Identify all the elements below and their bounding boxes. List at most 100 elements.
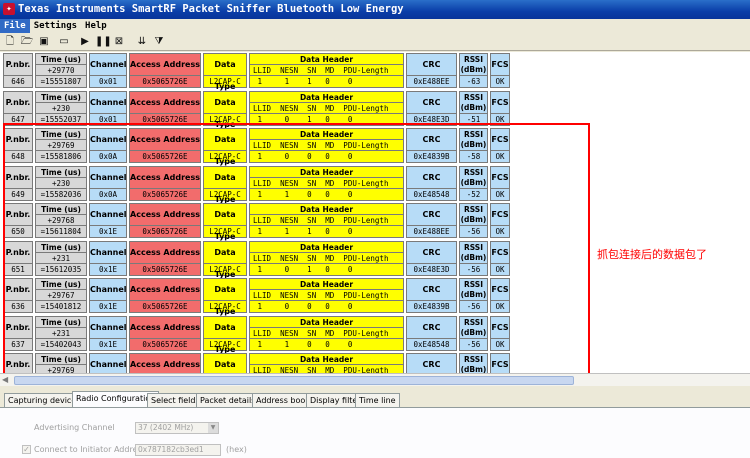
crc-header: CRC — [407, 92, 456, 114]
rssi-cell: RSSI (dBm) -58 — [459, 128, 488, 163]
scroll-down-icon[interactable]: ⇊ — [135, 35, 149, 49]
pnbr-header: P.nbr. — [4, 167, 32, 189]
access-address-cell: Access Address 0x5065726E — [129, 203, 201, 238]
fcs-cell: FCS OK — [490, 165, 510, 201]
new-icon[interactable]: 🗋 — [3, 35, 17, 49]
clear-icon[interactable]: ⊠ — [112, 35, 126, 49]
time-cell: Time (us) +29767 =15401812 — [35, 278, 87, 313]
rssi-value: -56 — [466, 227, 481, 236]
access-address-cell: Access Address 0x5065726E — [129, 53, 201, 88]
data-header-title: Data Header — [250, 279, 403, 290]
initiator-address-input[interactable]: 0x787182cb3ed1 — [135, 444, 221, 456]
menu-settings[interactable]: Settings — [30, 19, 81, 33]
scroll-left-icon[interactable]: ◀ — [2, 375, 12, 385]
connect-label: Connect to Initiator Address — [34, 445, 146, 454]
data-header-values: 1 0 0 0 0 — [253, 302, 353, 311]
menu-help[interactable]: Help — [81, 19, 111, 33]
rssi-header: RSSI (dBm) — [460, 242, 487, 264]
crc-cell: CRC 0xE48E3D — [406, 90, 457, 126]
data-header-title: Data Header — [250, 204, 403, 215]
crc-header: CRC — [407, 279, 456, 301]
access-address-value: 0x5065726E — [142, 339, 188, 349]
time-delta: +230 — [36, 178, 86, 189]
connect-checkbox[interactable]: ✓ — [22, 445, 31, 454]
rssi-value: -58 — [466, 152, 481, 161]
rssi-header: RSSI (dBm) — [460, 204, 487, 226]
time-header: Time (us) — [36, 317, 86, 328]
data-type-value: L2CAP-C — [209, 339, 241, 349]
time-value: =15552037 — [40, 114, 82, 124]
pnbr-value: 651 — [11, 264, 25, 274]
open-icon[interactable]: 🗁 — [20, 35, 34, 49]
window-titlebar: ✦ Texas Instruments SmartRF Packet Sniff… — [0, 0, 750, 19]
rssi-value: -52 — [466, 189, 481, 199]
pnbr-header: P.nbr. — [4, 54, 32, 76]
data-type-header: Data Type — [204, 242, 246, 279]
data-type-cell: Data Type L2CAP-C — [203, 128, 247, 166]
save-icon[interactable]: ▣ — [37, 35, 51, 49]
pnbr-cell: P.nbr. 649 — [3, 165, 33, 201]
fcs-cell: FCS OK — [490, 128, 510, 163]
data-header-title: Data Header — [250, 54, 403, 65]
rssi-header-line1: RSSI — [463, 167, 484, 177]
channel-cell: Channel 0x0A — [89, 128, 127, 163]
play-icon[interactable]: ▶ — [78, 35, 92, 49]
fcs-header: FCS — [491, 242, 509, 264]
time-value: =15402043 — [40, 339, 82, 349]
pnbr-header: P.nbr. — [4, 317, 32, 339]
time-header: Time (us) — [36, 279, 86, 290]
channel-cell: Channel — [89, 353, 127, 373]
pnbr-header: P.nbr. — [4, 354, 32, 373]
access-address-cell: Access Address 0x5065726E — [129, 278, 201, 313]
time-delta: +231 — [36, 253, 86, 264]
pnbr-value: 636 — [11, 302, 25, 311]
time-cell: Time (us) +230 =15582036 — [35, 165, 87, 201]
rssi-value: -56 — [466, 264, 481, 274]
folder-icon[interactable]: ▭ — [57, 35, 71, 49]
data-type-cell: Data Type L2CAP-C — [203, 203, 247, 241]
data-header-fields: LLID NESN SN MD PDU-Length — [250, 253, 403, 264]
data-type-header: Data Type — [204, 167, 246, 204]
rssi-value: -63 — [466, 77, 481, 86]
time-value: =15612035 — [40, 264, 82, 274]
pause-icon[interactable]: ❚❚ — [95, 35, 112, 49]
tab-time-line[interactable]: Time line — [355, 393, 400, 407]
data-header-values: 1 1 0 0 0 — [253, 189, 353, 199]
rssi-cell: RSSI (dBm) -56 — [459, 203, 488, 238]
rssi-header-line2: (dBm) — [460, 177, 487, 187]
filter-icon[interactable]: ⧩ — [152, 35, 166, 49]
tab-capturing-device[interactable]: Capturing device — [4, 393, 81, 407]
access-address-header: Access Address — [130, 129, 200, 151]
data-header-values: 1 0 1 0 0 — [253, 264, 353, 274]
scrollbar-thumb[interactable] — [14, 376, 574, 385]
horizontal-scrollbar[interactable]: ◀ — [0, 373, 750, 386]
crc-value: 0xE488EE — [413, 77, 450, 86]
data-type-header: Data Type — [204, 317, 246, 354]
pnbr-value: 647 — [11, 114, 25, 124]
fcs-header: FCS — [491, 167, 509, 189]
hex-unit-label: (hex) — [226, 445, 247, 454]
time-header: Time (us) — [36, 354, 86, 365]
rssi-header: RSSI (dBm) — [460, 92, 487, 114]
fcs-value: OK — [495, 339, 505, 349]
access-address-cell: Access Address 0x5065726E — [129, 165, 201, 201]
tab-packet-details[interactable]: Packet details — [196, 393, 260, 407]
access-address-value: 0x5065726E — [142, 114, 188, 124]
access-address-cell: Access Address 0x5065726E — [129, 90, 201, 126]
data-type-header: Data Type — [204, 354, 246, 373]
adv-channel-select[interactable]: 37 (2402 MHz) ▼ — [135, 422, 219, 434]
pnbr-cell: P.nbr. 651 — [3, 240, 33, 276]
data-type-header: Data Type — [204, 204, 246, 241]
time-delta: +29768 — [36, 215, 86, 226]
fcs-cell: FCS OK — [490, 278, 510, 313]
crc-value: 0xE488EE — [413, 227, 450, 236]
menu-file[interactable]: File — [0, 19, 30, 33]
tab-address-book[interactable]: Address book — [252, 393, 314, 407]
data-header-fields: LLID NESN SN MD PDU-Length — [250, 290, 403, 301]
rssi-header-line1: RSSI — [463, 55, 484, 64]
pnbr-cell: P.nbr. — [3, 353, 33, 373]
rssi-value: -51 — [466, 114, 481, 124]
packet-list[interactable]: P.nbr. 646 Time (us) +29770 =15551807 Ch… — [0, 52, 750, 373]
rssi-cell: RSSI (dBm) -56 — [459, 240, 488, 276]
access-address-header: Access Address — [130, 92, 200, 114]
